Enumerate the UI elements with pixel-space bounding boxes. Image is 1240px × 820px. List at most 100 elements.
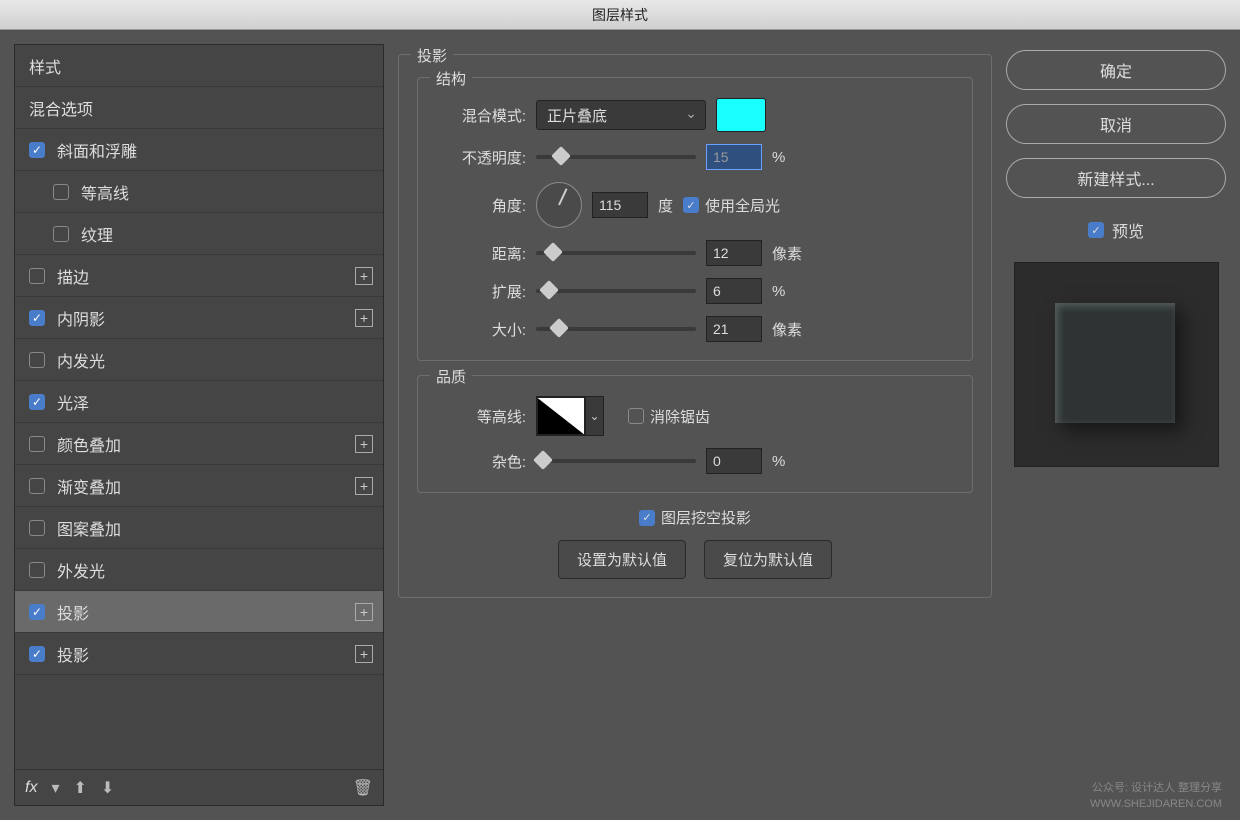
watermark-line2: WWW.SHEJIDAREN.COM	[1090, 797, 1222, 812]
distance-slider[interactable]	[536, 251, 696, 255]
shadow-color-swatch[interactable]	[716, 98, 766, 132]
sidebar-item-1[interactable]: 等高线	[15, 171, 383, 213]
checkbox-icon[interactable]	[53, 184, 69, 200]
new-style-button[interactable]: 新建样式...	[1006, 158, 1226, 198]
sidebar-item-label: 外发光	[57, 558, 105, 582]
sidebar-item-4[interactable]: ✓ 内阴影 +	[15, 297, 383, 339]
sidebar-blend-options[interactable]: 混合选项	[15, 87, 383, 129]
sidebar-item-label: 等高线	[81, 180, 129, 204]
checkbox-icon[interactable]: ✓	[29, 604, 45, 620]
distance-unit: 像素	[772, 243, 802, 264]
right-column: 确定 取消 新建样式... ✓ 预览	[1006, 44, 1226, 806]
sidebar-item-label: 内阴影	[57, 306, 105, 330]
sidebar-item-8[interactable]: 渐变叠加 +	[15, 465, 383, 507]
plus-icon[interactable]: +	[355, 603, 373, 621]
blend-mode-value: 正片叠底	[547, 105, 607, 126]
sidebar-item-label: 内发光	[57, 348, 105, 372]
checkbox-icon[interactable]	[53, 226, 69, 242]
sidebar-item-10[interactable]: 外发光	[15, 549, 383, 591]
sidebar-item-12[interactable]: ✓投影+	[15, 633, 383, 675]
plus-icon[interactable]: +	[355, 477, 373, 495]
watermark: 公众号: 设计达人 整理分享 WWW.SHEJIDAREN.COM	[1090, 781, 1222, 812]
drop-shadow-fieldset: 投影 结构 混合模式: 正片叠底 不透明度: %	[398, 54, 992, 598]
checkbox-icon[interactable]	[29, 520, 45, 536]
sidebar-item-9[interactable]: 图案叠加	[15, 507, 383, 549]
noise-input[interactable]	[706, 448, 762, 474]
spread-unit: %	[772, 283, 785, 300]
sidebar-item-5[interactable]: 内发光	[15, 339, 383, 381]
blend-mode-select[interactable]: 正片叠底	[536, 100, 706, 130]
chevron-down-icon: ⌄	[585, 397, 603, 435]
arrow-down-icon[interactable]: ⬇	[101, 778, 114, 798]
sidebar-item-label: 颜色叠加	[57, 432, 121, 456]
checkbox-icon[interactable]	[29, 352, 45, 368]
size-slider[interactable]	[536, 327, 696, 331]
global-light-checkbox[interactable]: ✓ 使用全局光	[683, 195, 780, 216]
knockout-label: 图层挖空投影	[661, 507, 751, 528]
checkbox-icon[interactable]	[29, 478, 45, 494]
trash-icon[interactable]: 🗑	[353, 778, 373, 798]
contour-picker[interactable]: ⌄	[536, 396, 604, 436]
sidebar-item-7[interactable]: 颜色叠加 +	[15, 423, 383, 465]
preview-checkbox[interactable]: ✓ 预览	[1006, 218, 1226, 242]
ok-button[interactable]: 确定	[1006, 50, 1226, 90]
opacity-input[interactable]	[706, 144, 762, 170]
angle-input[interactable]	[592, 192, 648, 218]
angle-dial[interactable]	[536, 182, 582, 228]
noise-unit: %	[772, 453, 785, 470]
opacity-slider[interactable]	[536, 155, 696, 159]
blend-mode-label: 混合模式:	[436, 105, 526, 126]
angle-label: 角度:	[436, 195, 526, 216]
size-input[interactable]	[706, 316, 762, 342]
spread-label: 扩展:	[436, 281, 526, 302]
checkbox-icon[interactable]: ✓	[29, 142, 45, 158]
arrow-up-icon[interactable]: ⬆	[73, 778, 86, 798]
size-unit: 像素	[772, 319, 802, 340]
sidebar-header-label: 样式	[29, 54, 61, 78]
sidebar-item-6[interactable]: ✓ 光泽	[15, 381, 383, 423]
plus-icon[interactable]: +	[355, 435, 373, 453]
quality-legend: 品质	[430, 366, 472, 387]
sidebar-item-label: 渐变叠加	[57, 474, 121, 498]
noise-slider[interactable]	[536, 459, 696, 463]
plus-icon[interactable]: +	[355, 309, 373, 327]
knockout-checkbox[interactable]: ✓ 图层挖空投影	[639, 507, 751, 528]
sidebar-item-0[interactable]: ✓斜面和浮雕	[15, 129, 383, 171]
distance-label: 距离:	[436, 243, 526, 264]
plus-icon[interactable]: +	[355, 267, 373, 285]
checkbox-icon[interactable]: ✓	[29, 310, 45, 326]
reset-default-button[interactable]: 复位为默认值	[704, 540, 832, 579]
sidebar-header[interactable]: 样式	[15, 45, 383, 87]
preview-thumbnail	[1014, 262, 1219, 467]
panel-legend: 投影	[411, 45, 453, 66]
sidebar-item-3[interactable]: 描边 +	[15, 255, 383, 297]
check-icon: ✓	[639, 510, 655, 526]
noise-label: 杂色:	[436, 451, 526, 472]
spread-input[interactable]	[706, 278, 762, 304]
structure-legend: 结构	[430, 68, 472, 89]
plus-icon[interactable]: +	[355, 645, 373, 663]
checkbox-icon[interactable]: ✓	[29, 394, 45, 410]
sidebar-item-2[interactable]: 纹理	[15, 213, 383, 255]
sidebar-item-label: 描边	[57, 264, 89, 288]
set-default-button[interactable]: 设置为默认值	[558, 540, 686, 579]
distance-input[interactable]	[706, 240, 762, 266]
sidebar-item-11[interactable]: ✓投影+	[15, 591, 383, 633]
angle-unit: 度	[658, 195, 673, 216]
spread-slider[interactable]	[536, 289, 696, 293]
checkbox-icon[interactable]	[29, 268, 45, 284]
antialias-checkbox[interactable]: 消除锯齿	[628, 406, 710, 427]
chevron-down-small-icon[interactable]: ▾	[51, 778, 59, 798]
cancel-button[interactable]: 取消	[1006, 104, 1226, 144]
sidebar-item-label: 光泽	[57, 390, 89, 414]
opacity-label: 不透明度:	[436, 147, 526, 168]
main-panel: 投影 结构 混合模式: 正片叠底 不透明度: %	[398, 44, 992, 806]
window-titlebar: 图层样式	[0, 0, 1240, 30]
checkbox-icon[interactable]	[29, 562, 45, 578]
fx-menu[interactable]: fx	[25, 779, 37, 797]
window-title: 图层样式	[592, 7, 648, 23]
checkbox-icon[interactable]: ✓	[29, 646, 45, 662]
sidebar-blend-label: 混合选项	[29, 96, 93, 120]
checkbox-icon[interactable]	[29, 436, 45, 452]
sidebar-footer: fx ▾ ⬆ ⬇ 🗑	[15, 769, 383, 805]
